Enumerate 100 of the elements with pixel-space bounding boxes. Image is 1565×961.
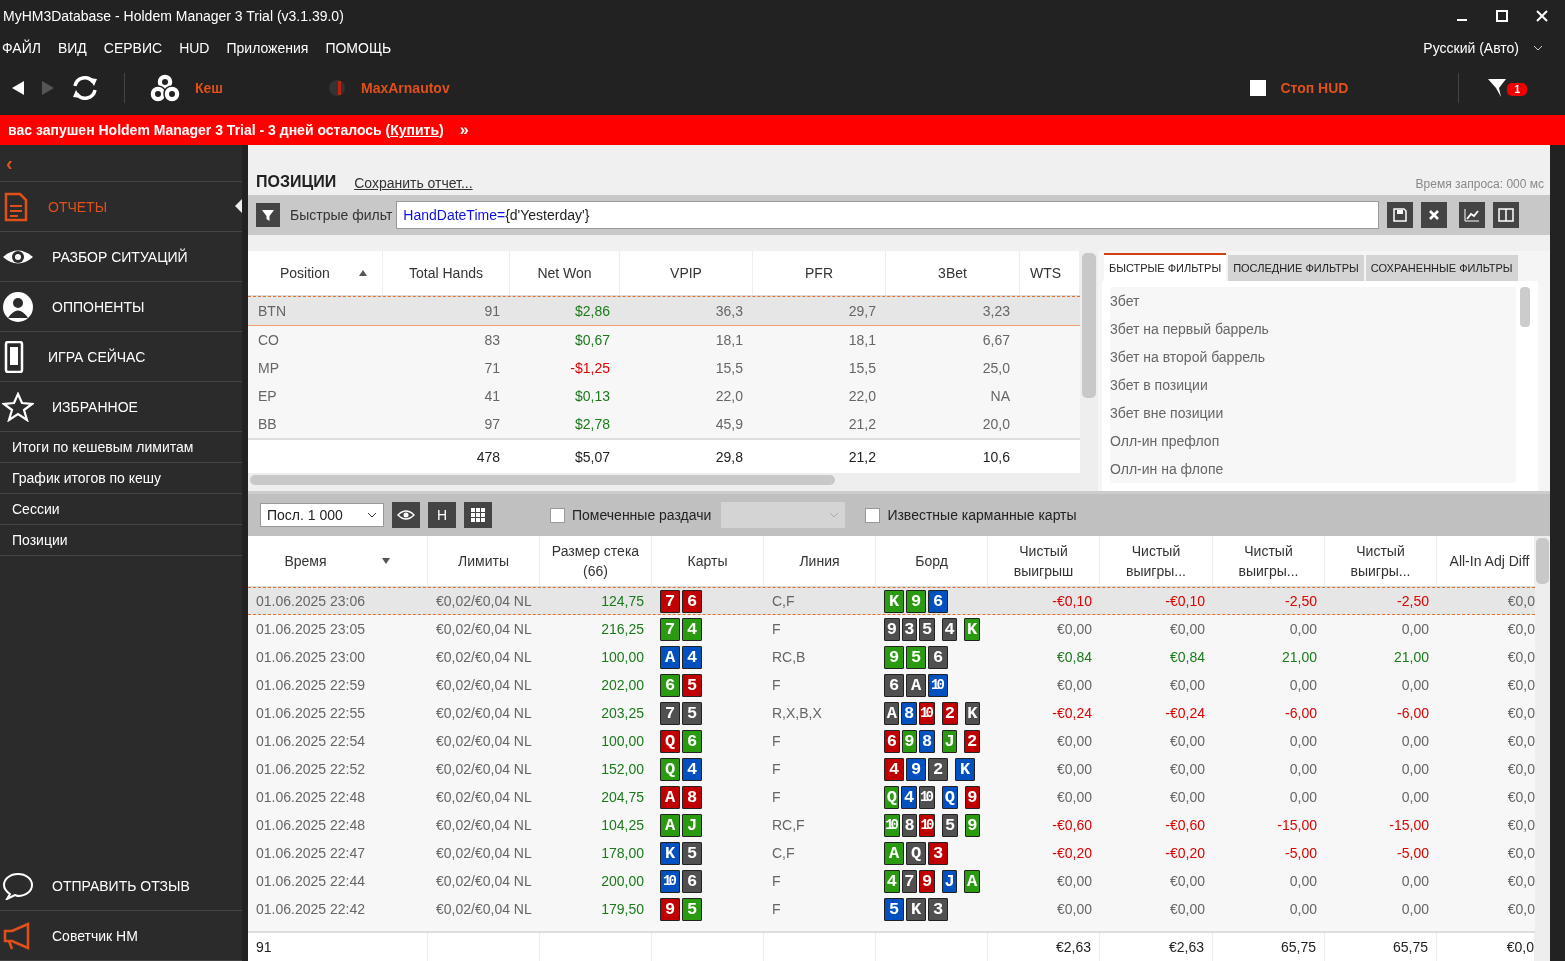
column-header[interactable]: Чистый выигры... <box>1213 536 1325 586</box>
table-cell-text: €0,02/€0,04 NL <box>435 816 533 835</box>
column-header[interactable]: Net Won <box>510 251 620 295</box>
stop-hud-label[interactable]: Стоп HUD <box>1280 80 1349 96</box>
column-header[interactable]: Чистый выигры... <box>1325 536 1437 586</box>
back-icon[interactable] <box>10 80 26 96</box>
range-dropdown[interactable]: Посл. 1 000 <box>260 503 384 527</box>
marked-hands-checkbox[interactable] <box>550 507 565 523</box>
filter-icon[interactable] <box>1487 77 1508 99</box>
menu-item[interactable]: HUD <box>179 40 210 56</box>
playing-card: 4 <box>901 785 917 809</box>
filter-item[interactable]: 3бет <box>1110 287 1516 315</box>
column-header[interactable]: PFR <box>753 251 886 295</box>
filter-input[interactable]: HandDateTime={d'Yesterday'} <box>396 201 1380 229</box>
column-header[interactable]: Total Hands <box>383 251 510 295</box>
save-icon[interactable] <box>1387 202 1414 228</box>
column-header[interactable]: Лимиты <box>428 536 540 586</box>
filter-item[interactable]: 3бет на первый баррель <box>1110 315 1516 343</box>
filter-item[interactable]: 3бет в позиции <box>1110 371 1516 399</box>
menu-item[interactable]: ФАЙЛ <box>2 40 41 56</box>
filter-item[interactable]: 3бет вне позиции <box>1110 399 1516 427</box>
language-dropdown[interactable]: Русский (Авто) <box>1423 40 1543 56</box>
layout-icon[interactable] <box>1493 202 1520 228</box>
filter-item[interactable]: Олл-ин на флопе <box>1110 455 1516 483</box>
column-header[interactable]: VPIP <box>620 251 753 295</box>
player-icon[interactable] <box>327 78 347 98</box>
maximize-icon[interactable] <box>1495 9 1509 23</box>
playing-card: A <box>884 841 904 865</box>
known-cards-checkbox[interactable] <box>865 507 881 523</box>
table-cell-text: €0,0 <box>1506 900 1535 919</box>
column-header[interactable]: Размер стека (66) <box>540 536 652 586</box>
stop-hud-checkbox[interactable] <box>1250 80 1267 96</box>
sidebar-item[interactable]: ИГРА СЕЙЧАС <box>0 332 242 382</box>
playing-card: K <box>660 841 680 865</box>
sidebar-item[interactable]: ОТЧЕТЫ <box>0 182 242 232</box>
menu-item[interactable]: СЕРВИС <box>103 40 163 56</box>
column-header[interactable]: Карты <box>652 536 764 586</box>
column-header[interactable]: Position <box>248 251 383 295</box>
expand-arrows[interactable]: » <box>459 121 469 139</box>
table-cell-text: €0,02/€0,04 NL <box>435 620 533 639</box>
sidebar-item[interactable]: ОППОНЕНТЫ <box>0 282 242 332</box>
table-cell-text: 21,00 <box>1280 648 1318 667</box>
chart-icon[interactable] <box>1459 202 1486 228</box>
table-cell-text: €0,00 <box>1168 900 1206 919</box>
save-report-link[interactable]: Сохранить отчет... <box>354 175 473 191</box>
buy-link[interactable]: Купить <box>390 122 440 138</box>
column-header[interactable]: Чистый выигры... <box>1100 536 1213 586</box>
sidebar-item[interactable]: ИЗБРАННОЕ <box>0 382 242 432</box>
player-name[interactable]: MaxArnautov <box>361 80 450 96</box>
sidebar-item[interactable]: РАЗБОР СИТУАЦИЙ <box>0 232 242 282</box>
table-cell-text: F <box>771 900 782 919</box>
horizontal-scrollbar[interactable] <box>248 473 1080 491</box>
refresh-icon[interactable] <box>70 74 100 102</box>
table-cell-text: CO <box>257 331 280 350</box>
column-header[interactable]: Линия <box>764 536 876 586</box>
table-cell-text: 0,00 <box>1288 676 1318 695</box>
vertical-scrollbar[interactable] <box>1080 251 1098 491</box>
table-cell-text: €0,00 <box>1168 732 1206 751</box>
chevron-down-icon[interactable] <box>1533 44 1543 52</box>
filter-item[interactable]: 3бет на второй баррель <box>1110 343 1516 371</box>
table-cell-text: 01.06.2025 22:48 <box>255 788 366 807</box>
filter-tab[interactable]: БЫСТРЫЕ ФИЛЬТРЫ <box>1104 253 1227 281</box>
column-header[interactable]: Борд <box>876 536 988 586</box>
menu-item[interactable]: ПОМОЩЬ <box>325 40 392 56</box>
report-item[interactable]: Сессии <box>0 494 242 525</box>
column-header[interactable]: Чистый выигрыш <box>988 536 1100 586</box>
eye-icon[interactable] <box>392 502 420 528</box>
playing-card: 4 <box>941 617 958 641</box>
report-item[interactable]: Позиции <box>0 525 242 556</box>
table-cell-text: 0,00 <box>1400 760 1430 779</box>
table-cell-text: 0,00 <box>1400 900 1430 919</box>
filter-item[interactable]: Олл-ин префлоп <box>1110 427 1516 455</box>
grid-icon[interactable] <box>464 502 492 528</box>
vertical-scrollbar[interactable] <box>1535 536 1550 961</box>
close-icon[interactable] <box>1535 9 1549 23</box>
table-cell-text: €0,84 <box>1168 648 1206 667</box>
menu-item[interactable]: Приложения <box>226 40 309 56</box>
h-button[interactable]: H <box>428 502 456 528</box>
collapse-arrow[interactable]: ‹ <box>6 151 13 175</box>
filter-button[interactable] <box>256 203 280 227</box>
sidebar-item[interactable]: ОТПРАВИТЬ ОТЗЫВ <box>0 861 242 911</box>
playing-card: K <box>964 701 980 725</box>
playing-card: A <box>964 869 980 893</box>
filter-tab[interactable]: ПОСЛЕДНИЕ ФИЛЬТРЫ <box>1228 255 1364 281</box>
table-cell-text: 203,25 <box>600 704 645 723</box>
report-item[interactable]: Итоги по кешевым лимитам <box>0 432 242 463</box>
column-header[interactable]: 3Bet <box>886 251 1020 295</box>
column-header[interactable]: Время <box>248 536 428 586</box>
report-item[interactable]: График итогов по кешу <box>0 463 242 494</box>
table-cell-text: 18,1 <box>714 331 744 350</box>
filter-tab[interactable]: СОХРАНЕННЫЕ ФИЛЬТРЫ <box>1365 255 1518 281</box>
menu-item[interactable]: ВИД <box>57 40 87 56</box>
sidebar-item[interactable]: Советчик HM <box>0 911 242 961</box>
poker-chips-icon[interactable] <box>149 73 181 103</box>
playing-card: 10 <box>919 813 936 837</box>
playing-card: 6 <box>660 673 680 697</box>
game-type-label[interactable]: Кеш <box>195 80 223 96</box>
table-cell-text: BTN <box>257 302 287 321</box>
clear-icon[interactable] <box>1421 202 1448 228</box>
table-cell-text: $2,86 <box>573 302 611 321</box>
